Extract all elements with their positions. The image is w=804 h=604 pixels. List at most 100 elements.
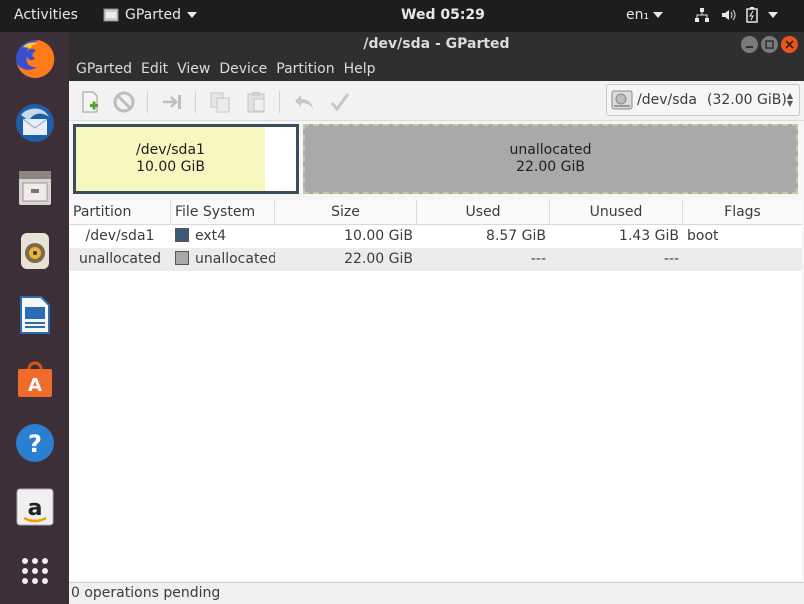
- device-name: /dev/sda: [637, 92, 697, 108]
- svg-text:a: a: [28, 496, 43, 521]
- cell-used: 8.57 GiB: [486, 228, 546, 244]
- column-header-partition[interactable]: Partition: [69, 200, 171, 224]
- undo-icon: [295, 95, 313, 109]
- minimize-icon: [746, 46, 753, 48]
- help-icon[interactable]: ?: [12, 420, 58, 466]
- amazon-icon[interactable]: a: [12, 484, 58, 530]
- title-bar[interactable]: /dev/sda - GParted: [69, 32, 804, 57]
- copy-button[interactable]: [207, 89, 233, 115]
- filesystem-color-swatch: [175, 228, 189, 242]
- language-indicator[interactable]: en₁: [626, 7, 664, 23]
- libreoffice-writer-icon[interactable]: [12, 292, 58, 338]
- table-header: Partition File System Size Used Unused F…: [69, 200, 802, 225]
- svg-text:A: A: [28, 375, 42, 396]
- partition-block-sda1[interactable]: /dev/sda1 10.00 GiB: [73, 124, 299, 194]
- cell-filesystem: ext4: [195, 228, 227, 244]
- partition-block-size: 22.00 GiB: [516, 159, 585, 175]
- partition-table: Partition File System Size Used Unused F…: [69, 200, 802, 580]
- chevron-down-icon: [768, 12, 778, 18]
- dock: A ? a: [0, 32, 69, 604]
- checkmark-icon: [330, 93, 350, 112]
- window-title: /dev/sda - GParted: [363, 36, 510, 52]
- status-bar: 0 operations pending: [69, 582, 804, 604]
- rhythmbox-icon[interactable]: [12, 228, 58, 274]
- svg-text:?: ?: [28, 430, 42, 458]
- cell-size: 22.00 GiB: [344, 251, 413, 267]
- system-menu[interactable]: [694, 7, 778, 23]
- software-center-icon[interactable]: A: [12, 356, 58, 402]
- menu-gparted[interactable]: GParted: [76, 61, 139, 77]
- new-partition-icon: [82, 91, 98, 113]
- chevron-down-icon: [187, 12, 197, 18]
- menu-view[interactable]: View: [177, 61, 217, 77]
- cell-filesystem: unallocated: [195, 251, 275, 267]
- partition-block-unallocated[interactable]: unallocated 22.00 GiB: [303, 124, 798, 194]
- maximize-button[interactable]: [761, 36, 778, 53]
- column-header-flags[interactable]: Flags: [683, 200, 802, 224]
- undo-button[interactable]: [291, 89, 317, 115]
- device-selector[interactable]: /dev/sda (32.00 GiB) ▲ ▼: [606, 84, 800, 116]
- files-icon[interactable]: [12, 164, 58, 210]
- delete-partition-button[interactable]: [111, 89, 137, 115]
- top-bar: Activities GParted Wed 05:29 en₁: [0, 0, 804, 32]
- clock[interactable]: Wed 05:29: [401, 7, 485, 23]
- menu-partition[interactable]: Partition: [276, 61, 341, 77]
- window-controls: [741, 36, 798, 53]
- disk-map: /dev/sda1 10.00 GiB unallocated 22.00 Gi…: [69, 121, 804, 195]
- cell-used: ---: [530, 251, 546, 267]
- toolbar-separator: [147, 91, 148, 113]
- resize-arrow-icon: [163, 95, 181, 109]
- close-button[interactable]: [781, 36, 798, 53]
- thunderbird-icon[interactable]: [12, 100, 58, 146]
- toolbar: /dev/sda (32.00 GiB) ▲ ▼: [69, 81, 804, 121]
- column-header-used[interactable]: Used: [417, 200, 550, 224]
- column-header-filesystem[interactable]: File System: [171, 200, 275, 224]
- gparted-app-icon: [103, 8, 119, 22]
- device-size: (32.00 GiB): [706, 92, 787, 108]
- toolbar-separator: [195, 91, 196, 113]
- firefox-icon[interactable]: [12, 36, 58, 82]
- resize-move-button[interactable]: [159, 89, 185, 115]
- column-header-unused[interactable]: Unused: [550, 200, 683, 224]
- language-label: en₁: [626, 7, 650, 23]
- menu-help[interactable]: Help: [344, 61, 383, 77]
- cell-size: 10.00 GiB: [344, 228, 413, 244]
- partition-block-size: 10.00 GiB: [136, 159, 205, 175]
- chevron-down-icon: [653, 12, 664, 18]
- maximize-icon: [765, 40, 774, 49]
- gparted-window: /dev/sda - GParted GParted Edit View Dev…: [69, 32, 804, 604]
- close-icon: [785, 40, 794, 49]
- cell-partition: /dev/sda1: [85, 228, 155, 244]
- activities-button[interactable]: Activities: [14, 7, 78, 23]
- cell-partition: unallocated: [79, 251, 161, 267]
- new-partition-button[interactable]: [77, 89, 103, 115]
- table-row[interactable]: unallocated unallocated 22.00 GiB --- --…: [69, 248, 802, 271]
- battery-icon: [746, 7, 758, 23]
- app-menu-label: GParted: [125, 7, 181, 23]
- show-applications-icon[interactable]: [12, 548, 58, 594]
- menu-device[interactable]: Device: [219, 61, 274, 77]
- column-header-size[interactable]: Size: [275, 200, 417, 224]
- filesystem-color-swatch: [175, 251, 189, 265]
- cell-unused: ---: [663, 251, 679, 267]
- minimize-button[interactable]: [741, 36, 758, 53]
- table-row[interactable]: /dev/sda1 ext4 10.00 GiB 8.57 GiB 1.43 G…: [69, 225, 802, 248]
- copy-icon: [210, 92, 230, 113]
- apply-button[interactable]: [327, 89, 353, 115]
- cell-flags: boot: [687, 228, 719, 244]
- partition-block-name: unallocated: [509, 142, 592, 158]
- spin-arrows-icon: ▲ ▼: [786, 91, 793, 108]
- cell-unused: 1.43 GiB: [619, 228, 679, 244]
- paste-icon: [247, 92, 265, 113]
- menu-edit[interactable]: Edit: [141, 61, 175, 77]
- cell-flags: [683, 248, 802, 271]
- network-icon: [695, 8, 709, 22]
- menu-bar: GParted Edit View Device Partition Help: [69, 57, 804, 81]
- volume-icon: [722, 9, 736, 21]
- hard-disk-icon: [611, 90, 633, 110]
- partition-block-name: /dev/sda1: [136, 142, 205, 158]
- toolbar-separator: [279, 91, 280, 113]
- app-menu[interactable]: GParted: [103, 7, 197, 23]
- paste-button[interactable]: [243, 89, 269, 115]
- no-entry-icon: [113, 91, 135, 113]
